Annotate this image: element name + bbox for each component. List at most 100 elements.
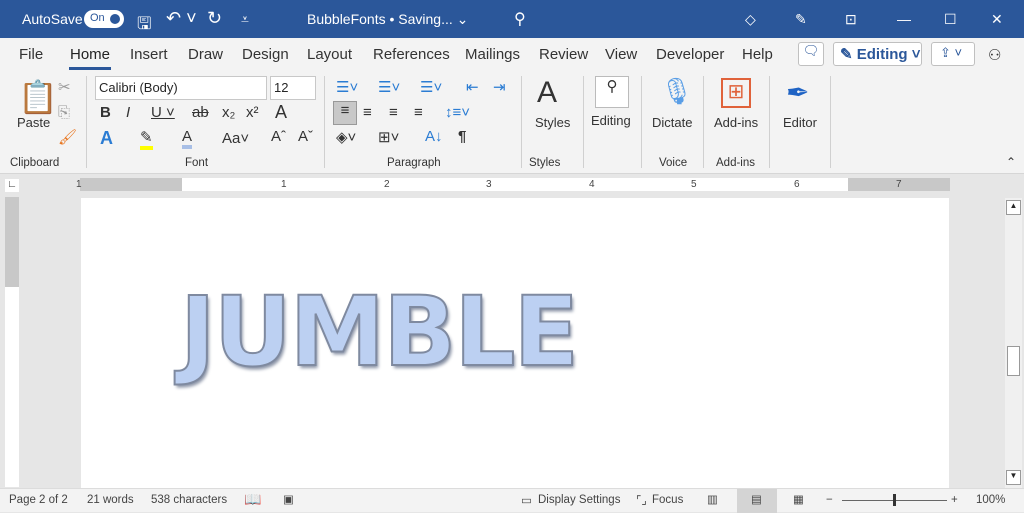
redo-icon[interactable]: ↻	[207, 8, 222, 29]
scroll-up-icon[interactable]: ▲	[1006, 200, 1021, 215]
autosave-toggle[interactable]: On	[84, 10, 124, 28]
print-layout-button[interactable]: ▤	[737, 489, 777, 513]
word-count[interactable]: 21 words	[87, 494, 134, 506]
vertical-ruler[interactable]	[5, 197, 19, 487]
tab-insert[interactable]: Insert	[130, 46, 168, 63]
scroll-down-icon[interactable]: ▼	[1006, 470, 1021, 485]
read-mode-icon[interactable]: ▥	[707, 492, 718, 506]
coauthor-icon[interactable]: ⚇	[988, 46, 1001, 64]
zoom-slider-thumb[interactable]	[893, 494, 896, 506]
customize-qat-icon[interactable]: ⩡	[241, 11, 249, 28]
numbering-icon[interactable]: ☰˅	[378, 78, 400, 96]
shading-icon[interactable]: ◈˅	[336, 128, 356, 146]
maximize-icon[interactable]: ☐	[944, 11, 957, 28]
tab-layout[interactable]: Layout	[307, 46, 352, 63]
editor-button[interactable]: Editor	[783, 115, 817, 130]
underline-icon[interactable]: U ˅	[151, 104, 175, 121]
bullets-icon[interactable]: ☰˅	[336, 78, 358, 96]
display-settings-button[interactable]: Display Settings	[538, 494, 620, 506]
borders-icon[interactable]: ⊞˅	[378, 128, 399, 146]
tab-file[interactable]: File	[19, 46, 43, 63]
web-layout-icon[interactable]: ▦	[793, 492, 804, 506]
share-button[interactable]: ⇪ ˅	[931, 42, 975, 66]
ribbon-display-icon[interactable]: ⊡	[845, 11, 857, 28]
dictate-button[interactable]: Dictate	[652, 115, 692, 130]
tab-references[interactable]: References	[373, 46, 450, 63]
zoom-level[interactable]: 100%	[976, 494, 1005, 506]
editing-button[interactable]: Editing	[591, 113, 631, 128]
scroll-thumb[interactable]	[1007, 346, 1020, 376]
accessibility-icon[interactable]: ▣	[283, 492, 294, 506]
align-center-icon[interactable]: ≡	[363, 104, 372, 121]
editing-mode-button[interactable]: ✎ Editing ˅	[833, 42, 922, 66]
superscript-icon[interactable]: x²	[246, 104, 259, 121]
comments-button[interactable]: 🗨	[798, 42, 824, 66]
tab-developer[interactable]: Developer	[656, 46, 724, 63]
addins-icon[interactable]: ⊞	[721, 78, 751, 108]
premium-diamond-icon[interactable]: ◇	[745, 11, 756, 28]
tab-help[interactable]: Help	[742, 46, 773, 63]
tab-mailings[interactable]: Mailings	[465, 46, 520, 63]
styles-button[interactable]: Styles	[535, 115, 570, 130]
show-formatting-icon[interactable]: ¶	[458, 128, 466, 145]
clear-formatting-icon[interactable]: A	[275, 102, 287, 123]
cut-icon[interactable]: ✂	[58, 78, 71, 96]
strikethrough-icon[interactable]: ab	[192, 104, 209, 121]
editor-pen-icon[interactable]: ✒	[786, 76, 809, 109]
tab-home[interactable]: Home	[68, 46, 112, 70]
proofing-icon[interactable]: 📖	[244, 491, 261, 508]
character-count[interactable]: 538 characters	[151, 494, 227, 506]
addins-button[interactable]: Add-ins	[714, 115, 758, 130]
designer-icon[interactable]: ✎	[795, 11, 807, 28]
shrink-font-icon[interactable]: Aˇ	[298, 128, 313, 145]
paste-button[interactable]: Paste	[17, 115, 50, 130]
save-icon[interactable]: 🖫	[137, 11, 151, 40]
copy-icon[interactable]: ⎘	[58, 104, 70, 121]
font-name-select[interactable]: Calibri (Body)	[95, 76, 267, 100]
styles-icon[interactable]: A	[537, 76, 557, 110]
tab-selector[interactable]: ∟	[5, 179, 19, 192]
paste-icon[interactable]: 📋	[18, 78, 58, 116]
tab-draw[interactable]: Draw	[188, 46, 223, 63]
sort-icon[interactable]: A↓	[425, 128, 443, 145]
close-icon[interactable]: ✕	[991, 11, 1003, 28]
bubble-text[interactable]: JUMBLE	[179, 275, 580, 389]
zoom-out-icon[interactable]: −	[826, 494, 833, 506]
grow-font-icon[interactable]: Aˆ	[271, 128, 286, 145]
multilevel-list-icon[interactable]: ☰˅	[420, 78, 442, 96]
bold-icon[interactable]: B	[100, 104, 111, 121]
highlight-icon[interactable]: ✎	[140, 128, 153, 150]
tab-design[interactable]: Design	[242, 46, 289, 63]
ruler-label: 7	[896, 179, 902, 190]
page-count[interactable]: Page 2 of 2	[9, 494, 68, 506]
text-effects-icon[interactable]: A	[100, 128, 113, 149]
tab-view[interactable]: View	[605, 46, 637, 63]
increase-indent-icon[interactable]: ⇥	[493, 78, 506, 96]
undo-icon[interactable]: ↶ ˅	[166, 8, 197, 29]
align-left-icon[interactable]: ≡	[333, 101, 357, 125]
focus-button[interactable]: Focus	[652, 494, 683, 506]
italic-icon[interactable]: I	[126, 104, 130, 121]
align-right-icon[interactable]: ≡	[389, 104, 398, 121]
font-size-select[interactable]: 12	[270, 76, 316, 100]
font-color-icon[interactable]: A	[182, 128, 193, 149]
subscript-icon[interactable]: x₂	[222, 104, 235, 121]
zoom-in-icon[interactable]: +	[951, 494, 958, 506]
change-case-icon[interactable]: Aa˅	[222, 130, 249, 147]
vertical-scrollbar[interactable]: ▲ ▼	[1005, 198, 1022, 488]
line-spacing-icon[interactable]: ↕≡˅	[445, 104, 470, 121]
document-title[interactable]: BubbleFonts • Saving... ⌄	[307, 11, 468, 28]
display-settings-icon[interactable]: ▭	[521, 493, 532, 507]
find-icon[interactable]: ⚲	[595, 76, 629, 108]
justify-icon[interactable]: ≡	[414, 104, 423, 121]
status-bar: Page 2 of 2 21 words 538 characters 📖 ▣ …	[0, 488, 1024, 513]
collapse-ribbon-icon[interactable]: ⌃	[1006, 155, 1016, 169]
decrease-indent-icon[interactable]: ⇤	[466, 78, 479, 96]
minimize-icon[interactable]: —	[897, 11, 911, 27]
focus-icon[interactable]: ⌜⌟	[636, 493, 647, 507]
tab-review[interactable]: Review	[539, 46, 588, 63]
horizontal-ruler[interactable]: 1 1 2 3 4 5 6 7	[76, 178, 950, 191]
microphone-icon[interactable]: 🎙	[660, 76, 693, 107]
format-painter-icon[interactable]: 🖌	[58, 128, 77, 146]
search-icon[interactable]: ⚲	[514, 9, 526, 29]
